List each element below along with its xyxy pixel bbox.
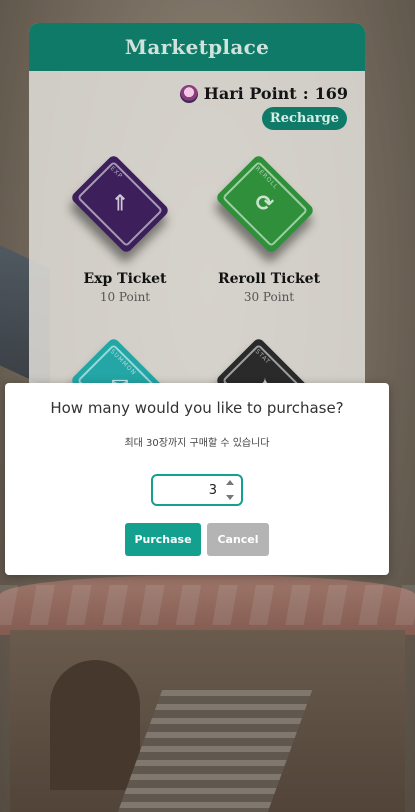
- ticket-tag: SUMMON: [108, 348, 138, 377]
- cancel-button[interactable]: Cancel: [207, 523, 269, 556]
- ticket-tag: REROLL: [253, 165, 280, 191]
- decrement-icon[interactable]: [226, 495, 234, 500]
- item-price: 10 Point: [99, 290, 151, 304]
- points-separator: :: [302, 84, 309, 103]
- exp-ticket-icon[interactable]: EXP ⇑: [69, 153, 171, 255]
- marketplace-panel: Marketplace Hari Point : 169 Recharge EX…: [29, 23, 365, 403]
- item-exp-ticket[interactable]: Exp Ticket 10 Point: [55, 271, 195, 304]
- item-name: Exp Ticket: [83, 271, 167, 287]
- points-value: 169: [314, 84, 348, 103]
- chevron-up-icon: ⇑: [110, 191, 130, 217]
- modal-subtitle: 최대 30장까지 구매할 수 있습니다: [124, 438, 270, 449]
- item-price: 30 Point: [243, 290, 295, 304]
- reroll-ticket-icon[interactable]: REROLL ⟳: [214, 153, 316, 255]
- avatar-icon: [179, 84, 198, 103]
- ticket-tag: EXP: [108, 165, 124, 181]
- quantity-stepper[interactable]: [151, 474, 243, 506]
- refresh-icon: ⟳: [255, 191, 275, 217]
- item-reroll-ticket[interactable]: Reroll Ticket 30 Point: [199, 271, 339, 304]
- purchase-button[interactable]: Purchase: [125, 523, 201, 556]
- points-display: Hari Point : 169: [179, 84, 348, 103]
- page-title: Marketplace: [124, 35, 270, 59]
- recharge-button[interactable]: Recharge: [261, 107, 347, 130]
- stepper-controls[interactable]: [225, 479, 235, 501]
- points-label: Hari Point: [203, 84, 297, 103]
- purchase-modal: How many would you like to purchase? 최대 …: [5, 383, 389, 575]
- item-name: Reroll Ticket: [217, 271, 321, 287]
- quantity-input[interactable]: [157, 479, 217, 501]
- modal-title: How many would you like to purchase?: [50, 399, 344, 417]
- ticket-tag: STAT: [253, 348, 272, 367]
- increment-icon[interactable]: [226, 480, 234, 485]
- panel-header: Marketplace: [29, 23, 365, 71]
